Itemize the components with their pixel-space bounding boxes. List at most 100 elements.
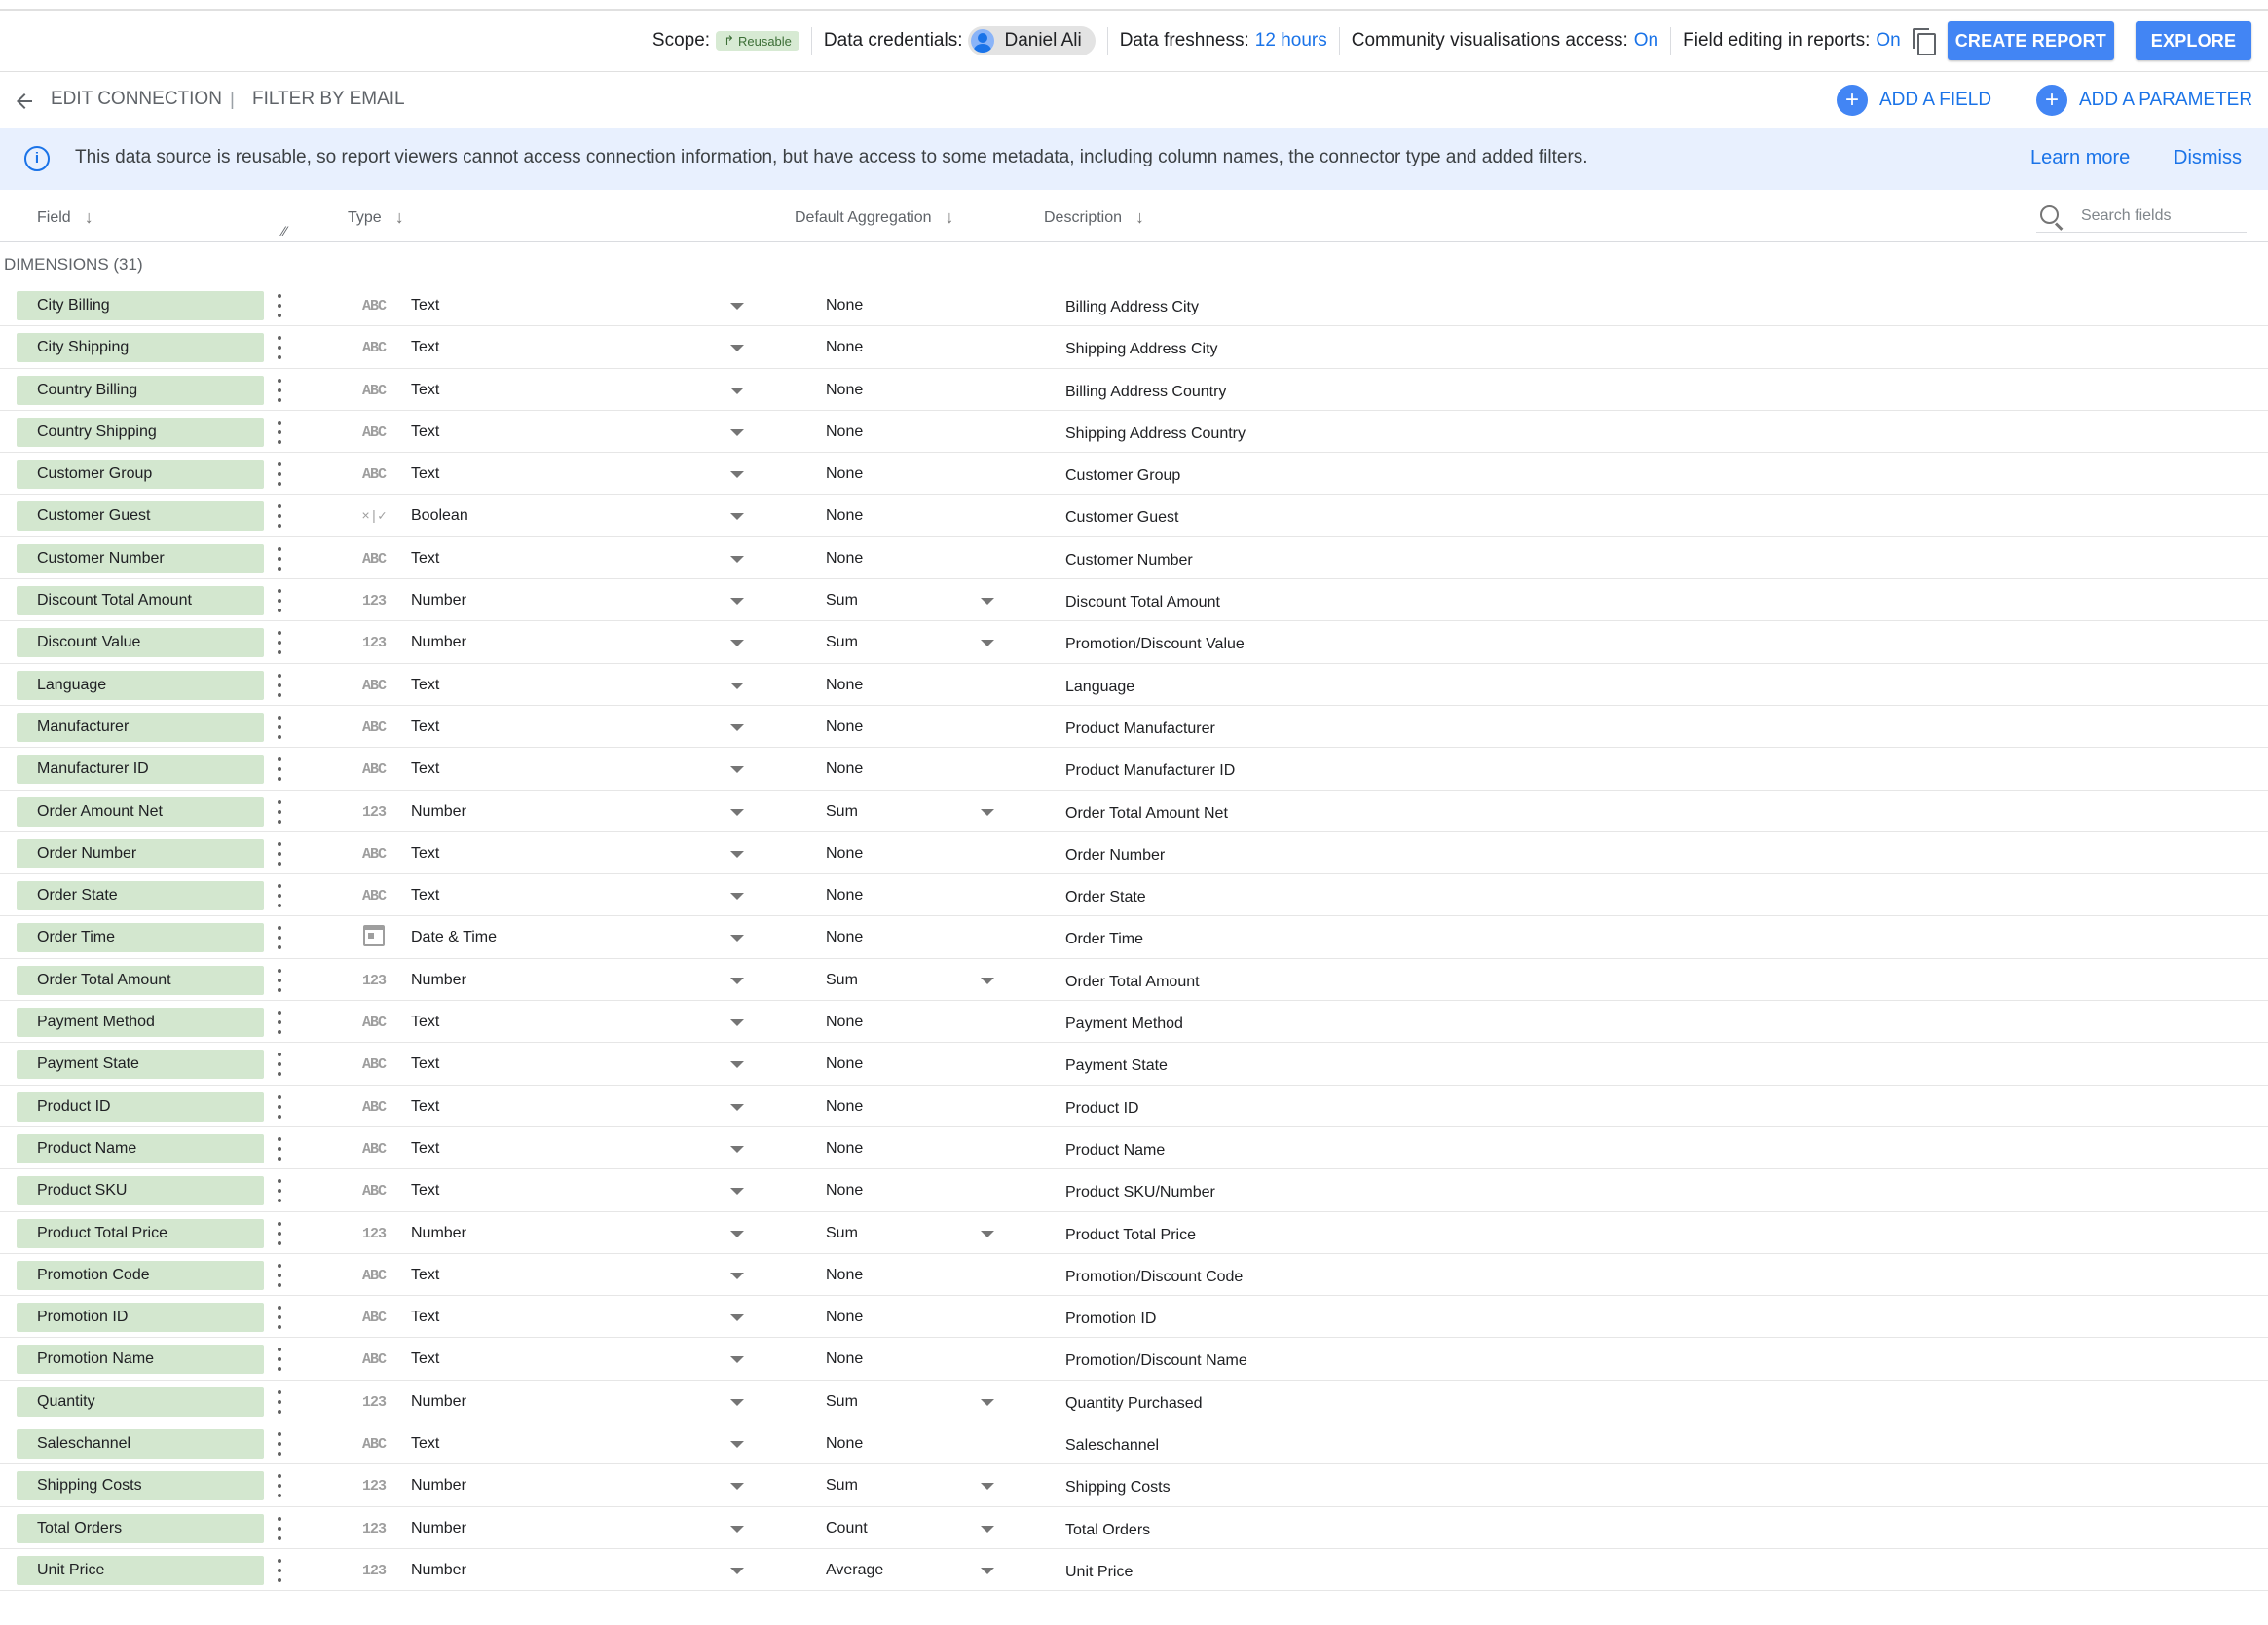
back-arrow-icon[interactable] xyxy=(13,90,36,113)
more-vert-icon[interactable] xyxy=(274,1516,285,1540)
chevron-down-icon[interactable] xyxy=(730,1525,744,1533)
more-vert-icon[interactable] xyxy=(274,1389,285,1414)
learn-more-link[interactable]: Learn more xyxy=(2030,147,2130,169)
more-vert-icon[interactable] xyxy=(274,546,285,571)
description-text[interactable]: Product Name xyxy=(1065,1142,1165,1160)
type-select[interactable]: Date & Time xyxy=(411,929,497,946)
description-text[interactable]: Payment Method xyxy=(1065,1016,1183,1033)
more-vert-icon[interactable] xyxy=(274,336,285,360)
chevron-down-icon[interactable] xyxy=(730,1356,744,1364)
aggregation-select[interactable]: Sum xyxy=(826,1393,858,1411)
field-chip[interactable]: Payment State xyxy=(17,1050,264,1080)
chevron-down-icon[interactable] xyxy=(981,598,994,606)
type-select[interactable]: Text xyxy=(411,339,439,356)
type-select[interactable]: Number xyxy=(411,634,466,651)
description-text[interactable]: Product ID xyxy=(1065,1100,1139,1118)
more-vert-icon[interactable] xyxy=(274,841,285,866)
field-chip[interactable]: Product Name xyxy=(17,1133,264,1163)
field-chip[interactable]: Manufacturer xyxy=(17,712,264,742)
type-select[interactable]: Text xyxy=(411,297,439,314)
field-chip[interactable]: Customer Guest xyxy=(17,501,264,532)
more-vert-icon[interactable] xyxy=(274,799,285,824)
description-text[interactable]: Quantity Purchased xyxy=(1065,1395,1203,1413)
dismiss-link[interactable]: Dismiss xyxy=(2174,147,2242,169)
more-vert-icon[interactable] xyxy=(274,631,285,655)
description-text[interactable]: Customer Guest xyxy=(1065,509,1178,527)
field-chip[interactable]: Promotion Name xyxy=(17,1345,264,1375)
aggregation-column-header[interactable]: Default Aggregation ↓ xyxy=(795,207,954,228)
description-text[interactable]: Promotion/Discount Name xyxy=(1065,1352,1247,1370)
description-text[interactable]: Billing Address City xyxy=(1065,299,1199,316)
chevron-down-icon[interactable] xyxy=(730,766,744,774)
chevron-down-icon[interactable] xyxy=(730,935,744,942)
description-column-header[interactable]: Description ↓ xyxy=(1044,207,1144,228)
type-select[interactable]: Text xyxy=(411,719,439,736)
community-link[interactable]: On xyxy=(1634,30,1658,52)
more-vert-icon[interactable] xyxy=(274,1011,285,1035)
description-text[interactable]: Order Time xyxy=(1065,931,1143,948)
aggregation-select[interactable]: Sum xyxy=(826,1477,858,1495)
edit-connection-link[interactable]: EDIT CONNECTION xyxy=(51,89,222,110)
field-chip[interactable]: Language xyxy=(17,670,264,700)
aggregation-select[interactable]: Sum xyxy=(826,972,858,989)
field-chip[interactable]: Order State xyxy=(17,881,264,911)
more-vert-icon[interactable] xyxy=(274,926,285,950)
freshness-link[interactable]: 12 hours xyxy=(1255,30,1327,52)
type-select[interactable]: Text xyxy=(411,1055,439,1073)
more-vert-icon[interactable] xyxy=(274,1306,285,1330)
aggregation-select[interactable]: Sum xyxy=(826,634,858,651)
more-vert-icon[interactable] xyxy=(274,1558,285,1582)
type-select[interactable]: Text xyxy=(411,887,439,905)
description-text[interactable]: Promotion ID xyxy=(1065,1311,1156,1328)
more-vert-icon[interactable] xyxy=(274,673,285,697)
field-chip[interactable]: Country Billing xyxy=(17,375,264,405)
more-vert-icon[interactable] xyxy=(274,757,285,782)
more-vert-icon[interactable] xyxy=(274,1136,285,1161)
field-chip[interactable]: Product SKU xyxy=(17,1176,264,1206)
chevron-down-icon[interactable] xyxy=(730,428,744,436)
more-vert-icon[interactable] xyxy=(274,884,285,908)
chevron-down-icon[interactable] xyxy=(730,1441,744,1449)
description-text[interactable]: Shipping Costs xyxy=(1065,1479,1171,1496)
type-select[interactable]: Number xyxy=(411,972,466,989)
type-select[interactable]: Text xyxy=(411,382,439,399)
description-text[interactable]: Order Number xyxy=(1065,847,1165,865)
more-vert-icon[interactable] xyxy=(274,1053,285,1077)
scope-chip[interactable]: ↱ Reusable xyxy=(716,31,799,51)
chevron-down-icon[interactable] xyxy=(730,1567,744,1574)
more-vert-icon[interactable] xyxy=(274,968,285,992)
chevron-down-icon[interactable] xyxy=(730,1061,744,1069)
description-text[interactable]: Shipping Address Country xyxy=(1065,425,1246,443)
more-vert-icon[interactable] xyxy=(274,462,285,487)
field-chip[interactable]: Country Shipping xyxy=(17,417,264,447)
field-chip[interactable]: Customer Number xyxy=(17,543,264,573)
more-vert-icon[interactable] xyxy=(274,715,285,739)
chevron-down-icon[interactable] xyxy=(730,977,744,984)
field-editing-link[interactable]: On xyxy=(1876,30,1900,52)
type-select[interactable]: Text xyxy=(411,1098,439,1116)
field-chip[interactable]: Order Time xyxy=(17,923,264,953)
description-text[interactable]: Discount Total Amount xyxy=(1065,594,1220,611)
more-vert-icon[interactable] xyxy=(274,1221,285,1245)
credentials-user-chip[interactable]: Daniel Ali xyxy=(968,26,1096,55)
chevron-down-icon[interactable] xyxy=(730,1483,744,1491)
field-chip[interactable]: Unit Price xyxy=(17,1555,264,1585)
field-chip[interactable]: Product Total Price xyxy=(17,1218,264,1248)
description-text[interactable]: Order Total Amount xyxy=(1065,974,1200,991)
field-chip[interactable]: Total Orders xyxy=(17,1513,264,1543)
chevron-down-icon[interactable] xyxy=(730,555,744,563)
description-text[interactable]: Total Orders xyxy=(1065,1522,1150,1539)
chevron-down-icon[interactable] xyxy=(981,977,994,984)
type-select[interactable]: Boolean xyxy=(411,507,468,525)
field-chip[interactable]: Quantity xyxy=(17,1386,264,1417)
field-chip[interactable]: Discount Value xyxy=(17,628,264,658)
description-text[interactable]: Customer Group xyxy=(1065,467,1180,485)
field-chip[interactable]: Promotion ID xyxy=(17,1303,264,1333)
field-chip[interactable]: Product ID xyxy=(17,1091,264,1122)
chevron-down-icon[interactable] xyxy=(981,1525,994,1533)
more-vert-icon[interactable] xyxy=(274,1179,285,1203)
chevron-down-icon[interactable] xyxy=(730,1145,744,1153)
chevron-down-icon[interactable] xyxy=(981,1483,994,1491)
description-text[interactable]: Product Total Price xyxy=(1065,1227,1196,1244)
aggregation-select[interactable]: Sum xyxy=(826,1225,858,1242)
